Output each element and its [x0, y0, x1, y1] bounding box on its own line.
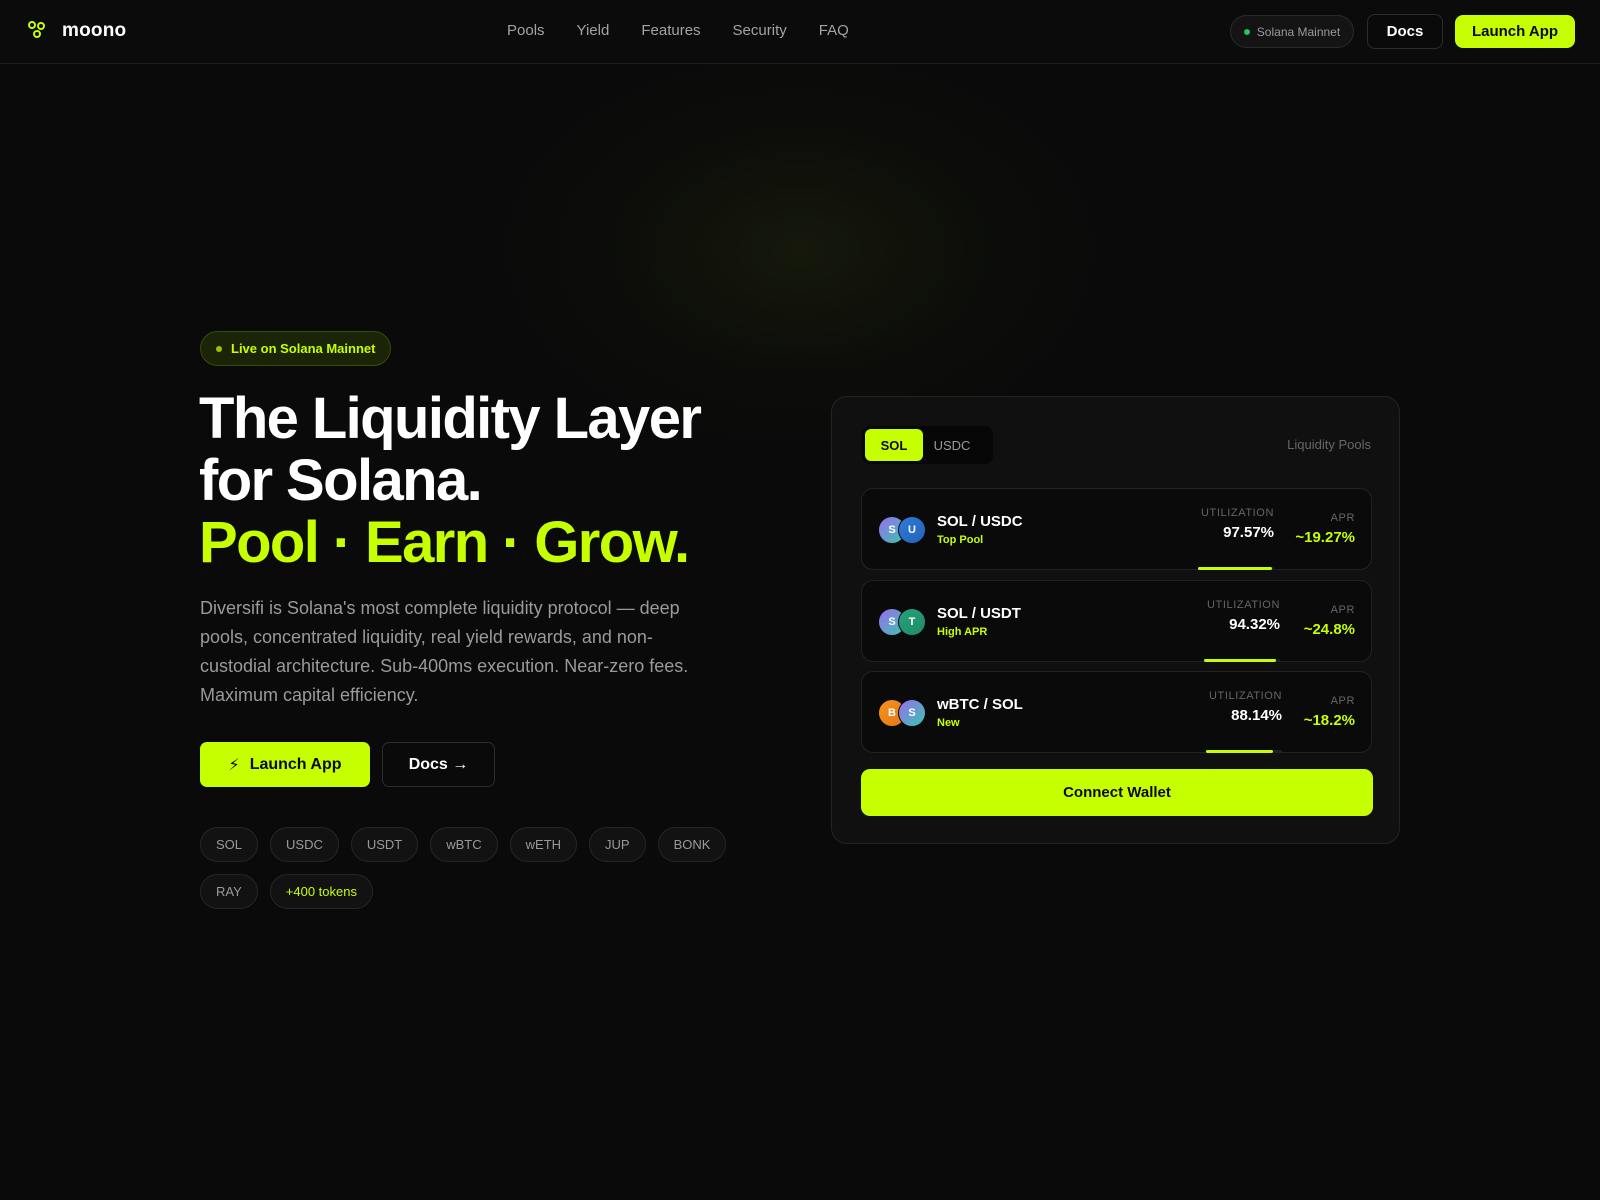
utilization-bar: [1206, 750, 1282, 753]
token-avatar: S: [898, 699, 926, 727]
hero-docs-button[interactable]: Docs →: [382, 742, 495, 787]
logo[interactable]: moono: [28, 20, 126, 42]
token-avatar: T: [898, 608, 926, 636]
live-badge: Live on Solana Mainnet: [200, 331, 392, 366]
utilization-label: UTILIZATION: [1206, 599, 1280, 611]
logo-text: moono: [62, 20, 127, 41]
pool-utilization: UTILIZATION 88.14%: [1206, 690, 1282, 753]
token-chip-sol[interactable]: SOL: [200, 827, 259, 862]
token-list: SOL USDC USDT wBTC wETH JUP BONK RAY +40…: [200, 827, 740, 909]
status-dot-icon: [1243, 28, 1250, 35]
card-label: Liquidity Pools: [1287, 437, 1371, 452]
hero-launch-app-button[interactable]: ⚡ Launch App: [200, 742, 370, 787]
launch-app-button[interactable]: Launch App: [1455, 15, 1575, 48]
nav-link-yield[interactable]: Yield: [577, 22, 610, 39]
live-badge-label: Live on Solana Mainnet: [231, 341, 376, 356]
token-chip-wbtc[interactable]: wBTC: [430, 827, 498, 862]
token-chip-bonk[interactable]: BONK: [657, 827, 727, 862]
utilization-label: UTILIZATION: [1208, 690, 1282, 702]
apr-value: ~24.8%: [1303, 621, 1355, 638]
docs-button[interactable]: Docs: [1367, 14, 1443, 49]
pool-name: wBTC / SOL: [937, 696, 1023, 713]
network-label: Solana Mainnet: [1256, 24, 1341, 39]
hero-description: Diversifi is Solana's most complete liqu…: [200, 598, 689, 705]
pool-apr: APR ~24.8%: [1304, 604, 1355, 638]
token-chip-jup[interactable]: JUP: [589, 827, 646, 862]
apr-value: ~18.2%: [1303, 712, 1355, 729]
utilization-value: 88.14%: [1231, 707, 1282, 724]
hero-title-line3: Pool · Earn · Grow.: [199, 510, 690, 575]
liquidity-pools-card: SOL USDC Liquidity Pools S U SOL / USDC …: [831, 396, 1400, 844]
utilization-bar: [1198, 567, 1274, 570]
lightning-icon: ⚡: [228, 756, 240, 774]
pool-row[interactable]: B S wBTC / SOL New UTILIZATION 88.14% AP…: [861, 671, 1372, 753]
tab-usdc[interactable]: USDC: [923, 429, 981, 461]
hero-title: The Liquidity Layer for Solana. Pool · E…: [199, 388, 819, 574]
pool-utilization: UTILIZATION 97.57%: [1198, 507, 1274, 570]
utilization-bar: [1204, 659, 1280, 662]
logo-mark-icon: [28, 21, 48, 41]
connect-wallet-button[interactable]: Connect Wallet: [861, 769, 1373, 816]
utilization-value: 94.32%: [1229, 616, 1280, 633]
utilization-bar-fill: [1204, 659, 1276, 662]
pool-row[interactable]: S T SOL / USDT High APR UTILIZATION 94.3…: [861, 580, 1372, 662]
pool-token-avatars: B S: [878, 699, 928, 727]
hero-launch-label: Launch App: [249, 755, 342, 773]
pool-utilization: UTILIZATION 94.32%: [1204, 599, 1280, 662]
pool-tag: New: [937, 717, 960, 729]
token-chip-ray[interactable]: RAY: [200, 874, 258, 909]
pool-row[interactable]: S U SOL / USDC Top Pool UTILIZATION 97.5…: [861, 488, 1372, 570]
apr-value: ~19.27%: [1295, 529, 1355, 546]
live-dot-icon: [216, 345, 222, 352]
nav-link-security[interactable]: Security: [733, 22, 787, 39]
apr-label: APR: [1330, 695, 1355, 707]
token-avatar: U: [898, 516, 926, 544]
nav-link-faq[interactable]: FAQ: [819, 22, 849, 39]
tab-sol[interactable]: SOL: [865, 429, 923, 461]
apr-label: APR: [1330, 512, 1355, 524]
pool-apr: APR ~18.2%: [1304, 695, 1355, 729]
token-chip-weth[interactable]: wETH: [509, 827, 578, 862]
hero-title-line1: The Liquidity Layer: [199, 386, 702, 451]
utilization-bar-fill: [1198, 567, 1273, 570]
nav-links: Pools Yield Features Security FAQ: [507, 22, 849, 39]
apr-label: APR: [1330, 604, 1355, 616]
utilization-label: UTILIZATION: [1200, 507, 1274, 519]
pool-token-avatars: S U: [878, 516, 928, 544]
pool-name: SOL / USDT: [937, 605, 1021, 622]
pool-name: SOL / USDC: [937, 513, 1023, 530]
asset-tabs: SOL USDC: [862, 426, 993, 464]
hero-title-line2: for Solana.: [199, 448, 483, 513]
token-chip-usdt[interactable]: USDT: [350, 827, 419, 862]
token-chip-more[interactable]: +400 tokens: [269, 874, 373, 909]
utilization-bar-fill: [1206, 750, 1273, 753]
utilization-value: 97.57%: [1223, 524, 1274, 541]
network-indicator[interactable]: Solana Mainnet: [1230, 15, 1354, 48]
pool-apr: APR ~19.27%: [1295, 512, 1355, 546]
pool-token-avatars: S T: [878, 608, 928, 636]
token-chip-usdc[interactable]: USDC: [270, 827, 339, 862]
pool-tag: High APR: [937, 626, 988, 638]
nav-link-pools[interactable]: Pools: [507, 22, 545, 39]
nav-link-features[interactable]: Features: [641, 22, 700, 39]
pool-tag: Top Pool: [937, 534, 984, 546]
top-nav: moono Pools Yield Features Security FAQ …: [0, 0, 1600, 64]
